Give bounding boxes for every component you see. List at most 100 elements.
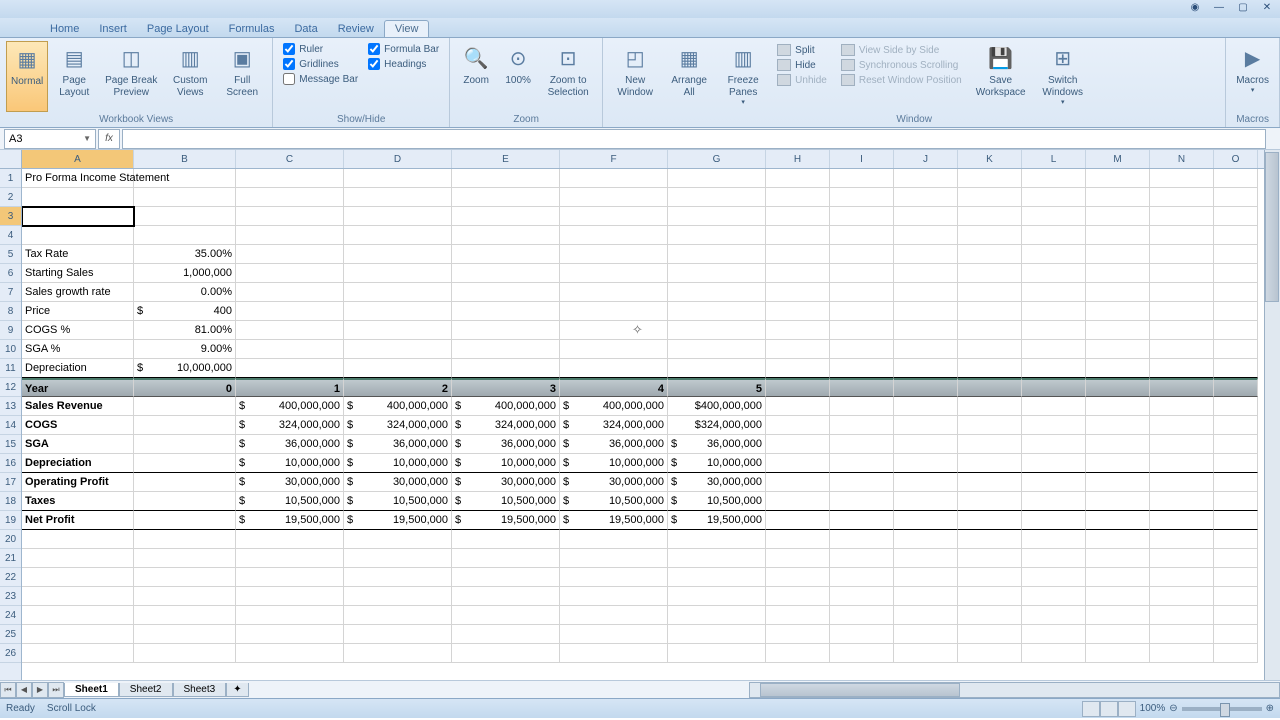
cell-C14[interactable]: $324,000,000 [236,416,344,435]
hide-button[interactable]: Hide [775,58,829,72]
cell-G9[interactable] [668,321,766,340]
cell-N3[interactable] [1150,207,1214,226]
cell-D13[interactable]: $400,000,000 [344,397,452,416]
cell-K1[interactable] [958,169,1022,188]
cell-I17[interactable] [830,473,894,492]
cell-L17[interactable] [1022,473,1086,492]
normal-view-button[interactable]: ▦Normal [6,41,48,112]
cell-H20[interactable] [766,530,830,549]
cell-F10[interactable] [560,340,668,359]
cell-F21[interactable] [560,549,668,568]
cell-M9[interactable] [1086,321,1150,340]
cell-D15[interactable]: $36,000,000 [344,435,452,454]
cell-B2[interactable] [134,188,236,207]
unhide-button[interactable]: Unhide [775,73,829,87]
cell-O17[interactable] [1214,473,1258,492]
row-header-5[interactable]: 5 [0,245,21,264]
cell-A9[interactable]: COGS % [22,321,134,340]
cell-I26[interactable] [830,644,894,663]
cell-I22[interactable] [830,568,894,587]
sheet-prev-button[interactable]: ◀ [16,682,32,698]
cell-J4[interactable] [894,226,958,245]
macros-button[interactable]: ▶Macros▾ [1232,41,1273,112]
cell-H5[interactable] [766,245,830,264]
scrollbar-thumb[interactable] [1265,152,1279,302]
cell-E26[interactable] [452,644,560,663]
row-header-12[interactable]: 12 [0,378,21,397]
cell-A21[interactable] [22,549,134,568]
cell-M5[interactable] [1086,245,1150,264]
cell-O20[interactable] [1214,530,1258,549]
cell-L21[interactable] [1022,549,1086,568]
cell-L26[interactable] [1022,644,1086,663]
split-button[interactable]: Split [775,43,829,57]
cell-D26[interactable] [344,644,452,663]
cell-M20[interactable] [1086,530,1150,549]
cell-J23[interactable] [894,587,958,606]
cell-G14[interactable]: $324,000,000 [668,416,766,435]
cell-K25[interactable] [958,625,1022,644]
sheet-first-button[interactable]: ⏮ [0,682,16,698]
cell-O5[interactable] [1214,245,1258,264]
cell-M2[interactable] [1086,188,1150,207]
row-header-15[interactable]: 15 [0,435,21,454]
row-header-10[interactable]: 10 [0,340,21,359]
cell-M14[interactable] [1086,416,1150,435]
cell-D8[interactable] [344,302,452,321]
row-header-19[interactable]: 19 [0,511,21,530]
cell-I4[interactable] [830,226,894,245]
cell-O8[interactable] [1214,302,1258,321]
row-header-25[interactable]: 25 [0,625,21,644]
cell-I24[interactable] [830,606,894,625]
cell-M19[interactable] [1086,511,1150,530]
cell-O12[interactable] [1214,378,1258,397]
help-icon[interactable]: ◉ [1186,2,1204,16]
cell-I23[interactable] [830,587,894,606]
cell-G6[interactable] [668,264,766,283]
cell-B8[interactable]: $400 [134,302,236,321]
cell-B17[interactable] [134,473,236,492]
cell-N12[interactable] [1150,378,1214,397]
cell-N22[interactable] [1150,568,1214,587]
cell-L4[interactable] [1022,226,1086,245]
row-header-6[interactable]: 6 [0,264,21,283]
arrange-all-button[interactable]: ▦Arrange All [663,41,715,112]
cell-L11[interactable] [1022,359,1086,378]
cell-M6[interactable] [1086,264,1150,283]
row-header-26[interactable]: 26 [0,644,21,663]
cell-B7[interactable]: 0.00% [134,283,236,302]
cell-G8[interactable] [668,302,766,321]
column-header-I[interactable]: I [830,150,894,168]
row-header-16[interactable]: 16 [0,454,21,473]
cell-M24[interactable] [1086,606,1150,625]
cell-N8[interactable] [1150,302,1214,321]
cell-C17[interactable]: $30,000,000 [236,473,344,492]
cell-I21[interactable] [830,549,894,568]
cell-H3[interactable] [766,207,830,226]
formula-bar-checkbox[interactable]: Formula Bar [368,43,439,55]
row-header-17[interactable]: 17 [0,473,21,492]
cell-L5[interactable] [1022,245,1086,264]
cell-F6[interactable] [560,264,668,283]
cell-B23[interactable] [134,587,236,606]
cell-I1[interactable] [830,169,894,188]
cell-K10[interactable] [958,340,1022,359]
column-header-N[interactable]: N [1150,150,1214,168]
cell-M12[interactable] [1086,378,1150,397]
cell-N6[interactable] [1150,264,1214,283]
cell-E1[interactable] [452,169,560,188]
cell-L14[interactable] [1022,416,1086,435]
cell-C4[interactable] [236,226,344,245]
cell-M21[interactable] [1086,549,1150,568]
cell-E10[interactable] [452,340,560,359]
new-window-button[interactable]: ◰New Window [609,41,661,112]
cell-K6[interactable] [958,264,1022,283]
cell-J15[interactable] [894,435,958,454]
cell-K18[interactable] [958,492,1022,511]
cell-B19[interactable] [134,511,236,530]
cell-J6[interactable] [894,264,958,283]
cell-F9[interactable] [560,321,668,340]
cell-D3[interactable] [344,207,452,226]
cell-G24[interactable] [668,606,766,625]
tab-view[interactable]: View [384,20,430,37]
